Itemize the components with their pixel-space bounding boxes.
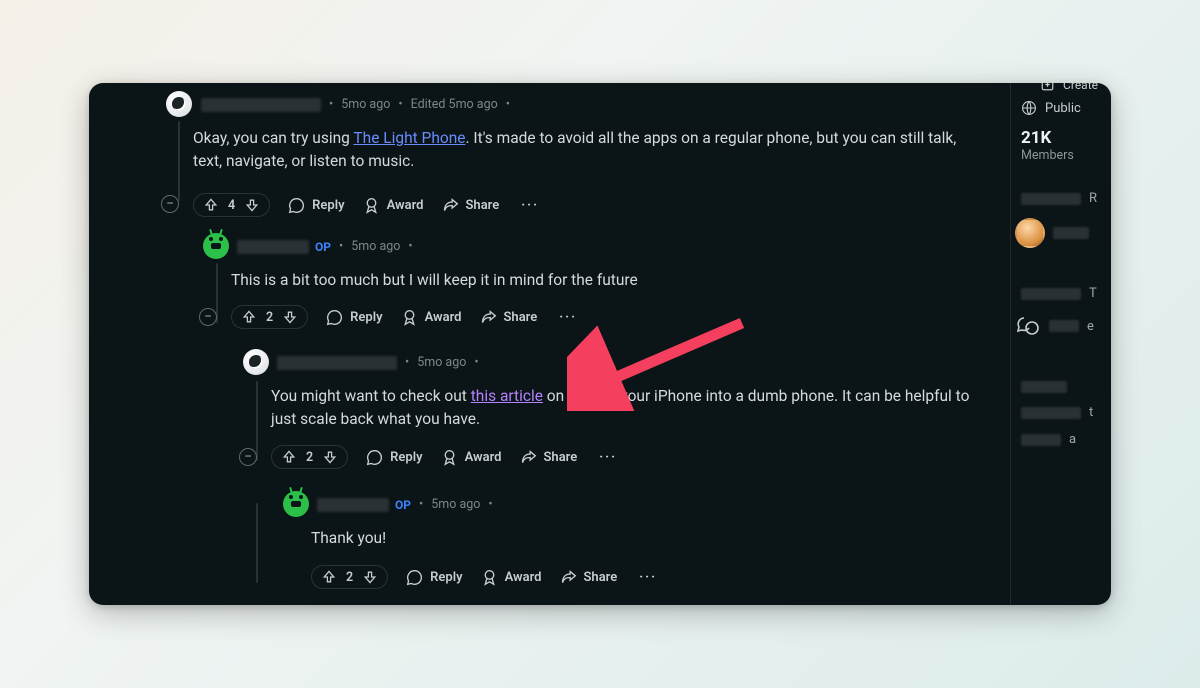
separator-dot bbox=[406, 239, 414, 254]
collapse-button[interactable]: − bbox=[199, 308, 217, 326]
community-sidebar: Create Public 21K Members R T e t a bbox=[1010, 83, 1106, 605]
comment-meta: 5mo ago bbox=[277, 355, 481, 370]
separator-dot bbox=[472, 355, 480, 370]
comment-age: 5mo ago bbox=[341, 97, 390, 112]
separator-dot bbox=[417, 497, 425, 512]
comment-actions: 2 Reply Award Share ··· bbox=[231, 305, 581, 329]
username-redacted[interactable] bbox=[237, 240, 309, 254]
comment-meta: 5mo ago Edited 5mo ago bbox=[201, 97, 512, 112]
member-count: 21K bbox=[1011, 120, 1106, 148]
downvote-button[interactable] bbox=[282, 309, 298, 325]
more-button[interactable]: ··· bbox=[595, 450, 621, 465]
reply-button[interactable]: Reply bbox=[366, 449, 422, 466]
plus-box-icon bbox=[1040, 83, 1055, 92]
collapse-button[interactable]: − bbox=[161, 195, 179, 213]
comment-meta: OP 5mo ago bbox=[317, 497, 495, 512]
more-button[interactable]: ··· bbox=[635, 570, 661, 585]
inline-link[interactable]: this article bbox=[471, 387, 543, 405]
reply-button[interactable]: Reply bbox=[406, 569, 462, 586]
inline-link[interactable]: The Light Phone bbox=[353, 129, 465, 147]
share-button[interactable]: Share bbox=[520, 449, 578, 466]
share-button[interactable]: Share bbox=[442, 197, 500, 214]
award-button[interactable]: Award bbox=[363, 197, 424, 214]
member-label: Members bbox=[1011, 148, 1106, 163]
vote-score: 2 bbox=[346, 570, 353, 585]
separator-dot bbox=[504, 97, 512, 112]
award-button[interactable]: Award bbox=[481, 569, 542, 586]
sidebar-chat-item[interactable]: e bbox=[1011, 307, 1106, 345]
app-window: 5mo ago Edited 5mo ago Okay, you can try… bbox=[89, 83, 1111, 605]
comment-meta: OP 5mo ago bbox=[237, 239, 415, 254]
comment-actions: 2 Reply Award Share ··· bbox=[311, 565, 661, 589]
share-button[interactable]: Share bbox=[480, 309, 538, 326]
separator-dot bbox=[486, 497, 494, 512]
sidebar-user-item[interactable] bbox=[1011, 212, 1106, 254]
downvote-button[interactable] bbox=[244, 197, 260, 213]
more-button[interactable]: ··· bbox=[555, 310, 581, 325]
op-badge: OP bbox=[315, 240, 331, 254]
vote-pill: 4 bbox=[193, 193, 270, 217]
comment-body: Thank you! bbox=[311, 527, 951, 550]
thread-line bbox=[256, 503, 258, 583]
thread-line bbox=[256, 381, 258, 461]
downvote-button[interactable] bbox=[322, 449, 338, 465]
separator-dot bbox=[337, 239, 345, 254]
vote-score: 2 bbox=[306, 450, 313, 465]
vote-score: 2 bbox=[266, 310, 273, 325]
separator-dot bbox=[403, 355, 411, 370]
collapse-button[interactable]: − bbox=[239, 448, 257, 466]
avatar[interactable] bbox=[203, 233, 229, 259]
award-button[interactable]: Award bbox=[401, 309, 462, 326]
username-redacted[interactable] bbox=[201, 98, 321, 112]
downvote-button[interactable] bbox=[362, 569, 378, 585]
comment-body: Okay, you can try using The Light Phone.… bbox=[193, 127, 973, 174]
upvote-button[interactable] bbox=[241, 309, 257, 325]
username-redacted[interactable] bbox=[317, 498, 389, 512]
reply-button[interactable]: Reply bbox=[326, 309, 382, 326]
more-button[interactable]: ··· bbox=[517, 198, 543, 213]
vote-pill: 2 bbox=[271, 445, 348, 469]
comment-actions: 4 Reply Award Share ··· bbox=[193, 193, 543, 217]
avatar[interactable] bbox=[243, 349, 269, 375]
sidebar-item[interactable]: a bbox=[1011, 426, 1106, 453]
separator-dot bbox=[327, 97, 335, 112]
sidebar-item[interactable]: T bbox=[1011, 280, 1106, 307]
visibility-row: Public bbox=[1011, 96, 1106, 120]
avatar[interactable] bbox=[283, 491, 309, 517]
award-button[interactable]: Award bbox=[441, 449, 502, 466]
create-row[interactable]: Create bbox=[1011, 83, 1106, 96]
share-button[interactable]: Share bbox=[560, 569, 618, 586]
sidebar-item[interactable] bbox=[1011, 375, 1106, 399]
thread-line bbox=[178, 121, 180, 201]
comment-age: 5mo ago bbox=[351, 239, 400, 254]
upvote-button[interactable] bbox=[321, 569, 337, 585]
comment-age: 5mo ago bbox=[417, 355, 466, 370]
upvote-button[interactable] bbox=[203, 197, 219, 213]
avatar bbox=[1015, 218, 1045, 248]
comment-actions: 2 Reply Award Share ··· bbox=[271, 445, 621, 469]
comment-age: 5mo ago bbox=[431, 497, 480, 512]
comment-body: You might want to check out this article… bbox=[271, 385, 971, 432]
reply-button[interactable]: Reply bbox=[288, 197, 344, 214]
avatar[interactable] bbox=[166, 91, 192, 117]
comments-panel: 5mo ago Edited 5mo ago Okay, you can try… bbox=[89, 83, 1009, 605]
globe-icon bbox=[1021, 100, 1037, 116]
vote-pill: 2 bbox=[311, 565, 388, 589]
username-redacted[interactable] bbox=[277, 356, 397, 370]
sidebar-item[interactable]: R bbox=[1011, 185, 1106, 212]
chat-icon bbox=[1015, 313, 1041, 339]
vote-pill: 2 bbox=[231, 305, 308, 329]
visibility-label: Public bbox=[1045, 101, 1081, 116]
separator-dot bbox=[396, 97, 404, 112]
comment-body: This is a bit too much but I will keep i… bbox=[231, 269, 971, 292]
sidebar-item[interactable]: t bbox=[1011, 399, 1106, 426]
upvote-button[interactable] bbox=[281, 449, 297, 465]
op-badge: OP bbox=[395, 498, 411, 512]
vote-score: 4 bbox=[228, 198, 235, 213]
comment-edited: Edited 5mo ago bbox=[411, 97, 498, 112]
create-label: Create bbox=[1063, 83, 1098, 92]
